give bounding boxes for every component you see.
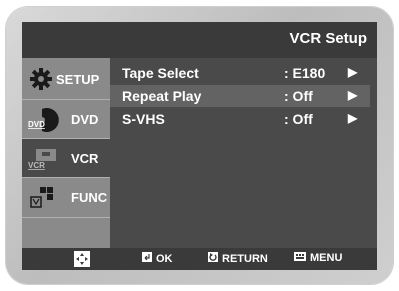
divider [22,217,110,218]
gear-icon [28,67,54,94]
return-label: RETURN [222,252,268,265]
menu-panel: Tape Select : E180 ▶ Repeat Play : Off ▶… [110,58,377,248]
menu-row-tape-select[interactable]: Tape Select : E180 ▶ [110,62,370,84]
sidebar: SETUP DVD DVD VCR VCR FUNC [22,58,110,248]
vcr-icon-text: VCR [28,161,45,170]
menu-row-value: : E180 [284,65,326,81]
return-hint[interactable]: RETURN [208,252,268,265]
sidebar-item-label: VCR [71,151,99,166]
right-arrow-icon: ▶ [348,111,358,125]
page-title: VCR Setup [289,30,367,47]
dvd-disc-icon: DVD [28,107,64,136]
ok-label: OK [156,252,173,265]
osd-screen: VCR Setup SETUP DVD DVD VCR VCR FUNC Tap… [22,22,377,270]
menu-row-value: : Off [284,111,313,127]
right-arrow-icon: ▶ [348,88,358,102]
menu-row-repeat-play[interactable]: Repeat Play : Off ▶ [110,85,370,107]
enter-icon [142,252,152,265]
title-bar: VCR Setup [22,22,377,58]
vcr-tape-icon: VCR [28,146,64,175]
sidebar-item-label: DVD [71,112,99,127]
ok-hint[interactable]: OK [142,252,173,265]
directional-pad-icon [74,251,90,267]
menu-icon [294,252,306,264]
menu-label: MENU [310,252,343,264]
sidebar-item-vcr[interactable]: VCR VCR [22,139,110,177]
dvd-icon-text: DVD [28,120,45,129]
return-icon [208,252,218,265]
right-arrow-icon: ▶ [348,65,358,79]
menu-row-label: S-VHS [122,111,165,127]
sidebar-item-label: FUNC [71,190,108,205]
sidebar-item-setup[interactable]: SETUP [22,60,110,98]
menu-row-label: Repeat Play [122,88,202,104]
menu-row-s-vhs[interactable]: S-VHS : Off ▶ [110,108,370,130]
menu-row-value: : Off [284,88,313,104]
bottom-bar: OK RETURN MENU [22,248,377,270]
sidebar-item-dvd[interactable]: DVD DVD [22,100,110,138]
sidebar-item-label: SETUP [56,72,100,87]
sidebar-item-func[interactable]: FUNC [22,178,110,216]
function-icon [28,185,58,214]
menu-row-label: Tape Select [122,65,199,81]
menu-hint[interactable]: MENU [294,252,342,264]
